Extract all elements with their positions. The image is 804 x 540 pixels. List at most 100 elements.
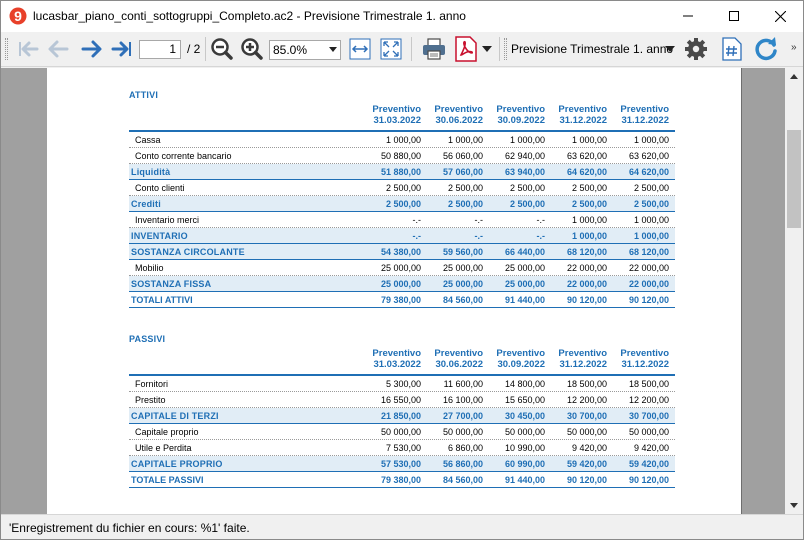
column-header: Preventivo 31.12.2022 xyxy=(620,104,669,126)
vertical-scrollbar[interactable] xyxy=(785,68,803,514)
row-value: -.- xyxy=(536,231,546,241)
row-value: 54 380,00 xyxy=(380,247,421,257)
refresh-button[interactable] xyxy=(752,36,780,62)
last-page-button[interactable] xyxy=(109,36,135,62)
row-value: 91 440,00 xyxy=(504,295,545,305)
row-value: 2 500,00 xyxy=(509,199,545,209)
row-value: 63 940,00 xyxy=(504,167,545,177)
numbering-button[interactable] xyxy=(719,36,745,62)
row-value: 91 440,00 xyxy=(504,475,545,485)
next-page-button[interactable] xyxy=(79,36,105,62)
row-value: 50 880,00 xyxy=(380,151,421,161)
account-row: Conto clienti 2 500,00 2 500,00 2 500,00 2 5… xyxy=(129,180,675,196)
chevron-down-icon[interactable] xyxy=(665,46,675,52)
pdf-icon xyxy=(455,36,477,62)
section-title: ATTIVI xyxy=(129,90,159,100)
fit-page-button[interactable] xyxy=(378,36,404,62)
chevron-down-icon xyxy=(329,47,337,52)
row-value: 11 600,00 xyxy=(443,379,483,389)
export-menu-button[interactable] xyxy=(481,36,493,62)
row-label: Crediti xyxy=(131,199,161,209)
first-page-icon xyxy=(19,41,39,57)
account-row: Conto corrente bancario 50 880,00 56 060,0… xyxy=(129,148,675,164)
zoom-select[interactable]: 85.0% xyxy=(269,40,341,60)
row-value: 2 500,00 xyxy=(633,199,669,209)
previous-page-button[interactable] xyxy=(45,36,71,62)
toolbar: 1 / 2 85.0% Previsione Trimestrale 1. an… xyxy=(1,32,803,67)
row-value: 68 120,00 xyxy=(628,247,669,257)
row-value: 62 940,00 xyxy=(504,151,545,161)
document-viewport[interactable]: ATTIVI Preventivo 31.03.2022 Preventivo 30… xyxy=(1,68,785,514)
toolbar-grip[interactable] xyxy=(5,38,8,60)
svg-text:9: 9 xyxy=(14,8,22,24)
zoom-out-button[interactable] xyxy=(209,36,235,62)
status-text: 'Enregistrement du fichier en cours: %1'… xyxy=(9,521,250,535)
close-button[interactable] xyxy=(757,1,803,31)
minimize-icon xyxy=(683,15,693,17)
row-value: 9 420,00 xyxy=(633,443,669,453)
row-label: Conto corrente bancario xyxy=(135,151,232,161)
row-value: 2 500,00 xyxy=(447,183,483,193)
scrollbar-thumb[interactable] xyxy=(787,130,801,228)
toolbar-separator xyxy=(411,37,412,61)
section-total-row: TOTALE PASSIVI 79 380,00 84 560,00 91 440,0… xyxy=(129,472,675,488)
last-page-icon xyxy=(111,41,131,57)
row-value: 59 560,00 xyxy=(442,247,483,257)
page-number-input[interactable]: 1 xyxy=(139,40,181,59)
row-value: 64 620,00 xyxy=(566,167,607,177)
account-row: Capitale proprio 50 000,00 50 000,00 50 000… xyxy=(129,424,675,440)
scroll-down-icon[interactable] xyxy=(790,503,798,508)
row-value: 90 120,00 xyxy=(628,475,669,485)
first-page-button[interactable] xyxy=(15,36,41,62)
account-row: Cassa 1 000,00 1 000,00 1 000,00 1 000,00 1 0… xyxy=(129,132,675,148)
row-value: 2 500,00 xyxy=(385,199,421,209)
settings-button[interactable] xyxy=(683,36,709,62)
page-total-label: / 2 xyxy=(187,42,201,56)
row-value: 12 200,00 xyxy=(628,395,669,405)
row-value: -.- xyxy=(412,215,422,225)
maximize-button[interactable] xyxy=(711,1,757,31)
column-header: Preventivo 30.09.2022 xyxy=(496,348,545,370)
row-value: -.- xyxy=(474,231,484,241)
row-label: CAPITALE PROPRIO xyxy=(131,459,223,469)
row-value: 1 000,00 xyxy=(633,135,669,145)
row-value: 6 860,00 xyxy=(447,443,483,453)
minimize-button[interactable] xyxy=(665,1,711,31)
row-value: 56 860,00 xyxy=(442,459,483,469)
attivi-rows: Cassa 1 000,00 1 000,00 1 000,00 1 000,00 1 0… xyxy=(129,132,675,308)
row-value: 12 200,00 xyxy=(566,395,607,405)
row-value: 90 120,00 xyxy=(566,475,607,485)
row-value: 27 700,00 xyxy=(442,411,483,421)
group-total-row: SOSTANZA FISSA 25 000,00 25 000,00 25 000,0… xyxy=(129,276,675,292)
row-label: CAPITALE DI TERZI xyxy=(131,411,219,421)
group-total-row: SOSTANZA CIRCOLANTE 54 380,00 59 560,00 66 … xyxy=(129,244,675,260)
account-row: Inventario merci -.- -.- -.- 1 000,00 1 000,0… xyxy=(129,212,675,228)
group-total-row: Crediti 2 500,00 2 500,00 2 500,00 2 500,00 2… xyxy=(129,196,675,212)
row-value: 79 380,00 xyxy=(380,295,421,305)
row-value: 2 500,00 xyxy=(385,183,421,193)
row-value: 25 000,00 xyxy=(380,263,421,273)
row-value: 1 000,00 xyxy=(633,215,669,225)
group-total-row: Liquidità 51 880,00 57 060,00 63 940,00 64 6… xyxy=(129,164,675,180)
print-button[interactable] xyxy=(419,36,449,62)
arrow-left-icon xyxy=(48,40,69,58)
row-value: 64 620,00 xyxy=(628,167,669,177)
section-title: PASSIVI xyxy=(129,334,166,344)
toolbar-overflow-button[interactable]: » xyxy=(791,42,797,53)
row-value: 1 000,00 xyxy=(385,135,421,145)
scroll-up-icon[interactable] xyxy=(790,74,798,79)
row-value: 18 500,00 xyxy=(566,379,607,389)
fit-width-button[interactable] xyxy=(347,36,373,62)
toolbar-grip[interactable] xyxy=(504,38,507,60)
zoom-out-icon xyxy=(211,38,233,60)
row-value: 84 560,00 xyxy=(442,475,483,485)
hash-document-icon xyxy=(722,37,742,61)
report-select[interactable]: Previsione Trimestrale 1. anno xyxy=(511,42,673,56)
row-value: 90 120,00 xyxy=(566,295,607,305)
column-header: Preventivo 31.12.2022 xyxy=(620,348,669,370)
row-value: 1 000,00 xyxy=(571,231,607,241)
row-value: 1 000,00 xyxy=(447,135,483,145)
zoom-in-button[interactable] xyxy=(239,36,265,62)
row-value: -.- xyxy=(474,215,484,225)
export-pdf-button[interactable] xyxy=(452,36,480,62)
